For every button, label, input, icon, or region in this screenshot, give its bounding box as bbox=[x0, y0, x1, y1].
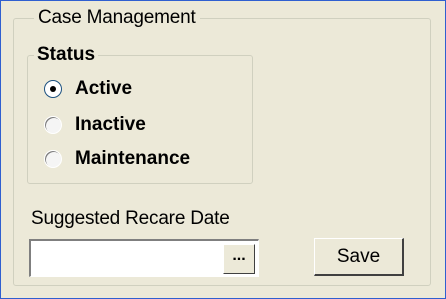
recare-date-label: Suggested Recare Date bbox=[31, 208, 230, 229]
radio-inactive[interactable]: Inactive bbox=[44, 111, 146, 139]
radio-active-label[interactable]: Active bbox=[75, 78, 132, 100]
radio-unchecked-icon[interactable] bbox=[44, 116, 62, 134]
recare-date-field[interactable]: ... bbox=[29, 239, 259, 277]
save-button[interactable]: Save bbox=[314, 238, 404, 276]
recare-date-input[interactable] bbox=[33, 243, 221, 273]
radio-maintenance[interactable]: Maintenance bbox=[44, 145, 190, 173]
case-management-title: Case Management bbox=[34, 7, 200, 29]
radio-inactive-label[interactable]: Inactive bbox=[75, 114, 146, 136]
radio-checked-icon[interactable] bbox=[44, 80, 62, 98]
date-picker-button[interactable]: ... bbox=[223, 244, 255, 274]
radio-active[interactable]: Active bbox=[44, 75, 132, 103]
radio-maintenance-label[interactable]: Maintenance bbox=[75, 148, 190, 170]
radio-unchecked-icon[interactable] bbox=[44, 150, 62, 168]
status-title: Status bbox=[34, 44, 99, 66]
